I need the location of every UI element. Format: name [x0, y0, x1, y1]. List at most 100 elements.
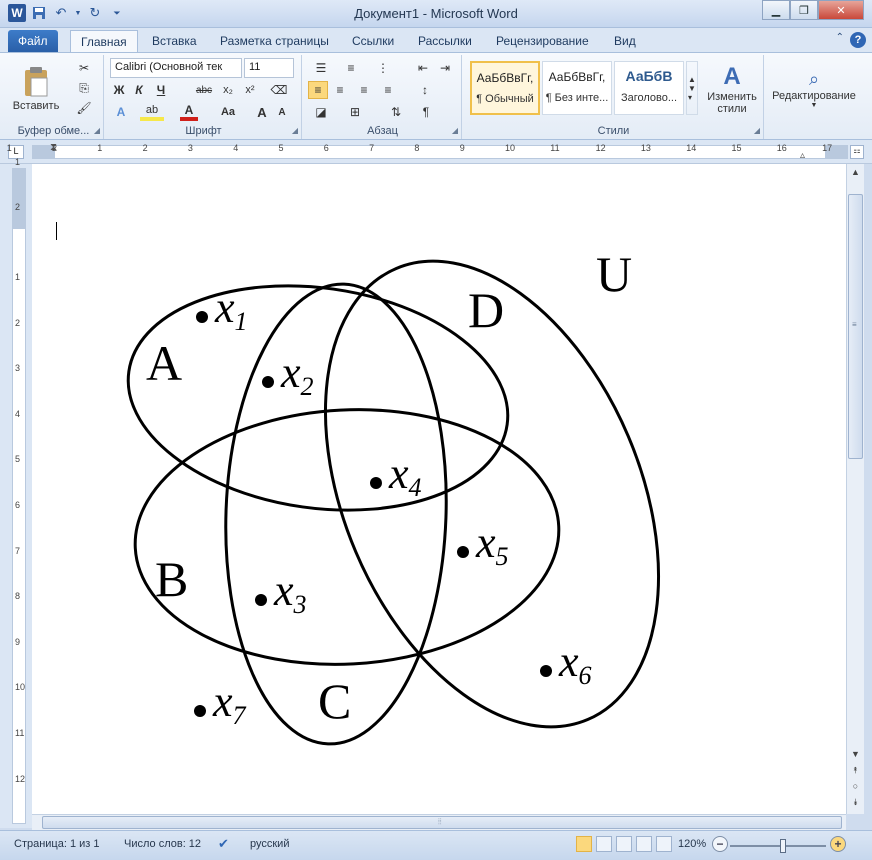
tab-file[interactable]: Файл — [8, 30, 58, 52]
superscript-button[interactable]: x² — [240, 81, 260, 99]
underline-button[interactable]: Ч — [152, 81, 170, 99]
select-browse-object-icon[interactable]: ○ — [847, 778, 864, 794]
set-b-ellipse — [133, 408, 561, 666]
print-layout-view-icon[interactable] — [576, 836, 592, 852]
vertical-ruler-number: 2 — [15, 202, 21, 213]
bold-button[interactable]: Ж — [110, 81, 128, 99]
clipboard-launcher-icon[interactable]: ◢ — [94, 126, 100, 135]
shading-icon[interactable]: ◪ — [308, 103, 334, 121]
tab-view[interactable]: Вид — [604, 30, 646, 52]
numbering-icon[interactable]: ≡ — [338, 59, 364, 77]
document-page[interactable]: A B C D U x1 x2 x3 x4 x5 x6 x7 — [32, 164, 846, 814]
clear-format-icon[interactable]: ⌫ — [270, 81, 288, 99]
word-count[interactable]: Число слов: 12 — [124, 838, 201, 850]
right-indent-marker-icon[interactable]: ▵ — [800, 150, 805, 161]
font-name-combo[interactable]: Calibri (Основной тек — [110, 58, 242, 78]
tab-page-layout[interactable]: Разметка страницы — [210, 30, 339, 52]
copy-icon[interactable]: ⎘ — [74, 79, 94, 97]
language[interactable]: русский — [250, 838, 289, 850]
strikethrough-button[interactable]: abc — [192, 81, 216, 99]
style-tile-no-spacing[interactable]: АаБбВвГг, ¶ Без инте... — [542, 61, 612, 115]
ruler-number: 17 — [822, 143, 833, 153]
paste-button[interactable]: Вставить — [13, 59, 59, 119]
zoom-out-icon[interactable]: − — [712, 836, 728, 852]
grow-font-button[interactable]: A — [254, 103, 270, 121]
borders-icon[interactable]: ⊞ — [342, 103, 368, 121]
highlight-icon[interactable]: ab — [140, 103, 164, 121]
shrink-font-button[interactable]: A — [274, 103, 290, 121]
font-color-icon[interactable]: A — [180, 103, 198, 121]
proofing-icon[interactable]: ✔ — [218, 836, 229, 852]
ruler-strip[interactable] — [32, 145, 848, 159]
point-x5: x5 — [457, 518, 509, 571]
vertical-scrollbar[interactable]: ▲ ≡ ▼ ⯭ ○ ⯯ — [846, 164, 864, 814]
help-icon[interactable]: ? — [850, 32, 866, 48]
font-size-combo[interactable]: 11 — [244, 58, 294, 78]
change-case-button[interactable]: Aa — [216, 103, 240, 121]
outline-view-icon[interactable] — [636, 836, 652, 852]
change-styles-button[interactable]: A Изменить стили — [704, 57, 760, 121]
tab-insert[interactable]: Вставка — [142, 30, 207, 52]
scroll-down-icon[interactable]: ▼ — [847, 746, 864, 762]
styles-scroll-icon[interactable]: ▲ ▼ ▾ — [686, 61, 698, 115]
restore-button[interactable]: ❐ — [790, 0, 818, 20]
cut-icon[interactable]: ✂ — [74, 59, 94, 77]
clipboard-group: Вставить ✂ ⎘ 🖌 Буфер обме... ◢ — [4, 55, 104, 139]
ruler-number: 1 — [97, 143, 103, 153]
show-marks-icon[interactable]: ¶ — [416, 103, 436, 121]
sort-icon[interactable]: ⇅ — [386, 103, 406, 121]
decrease-indent-icon[interactable]: ⇤ — [414, 59, 432, 77]
point-subscript: 7 — [233, 701, 247, 730]
horizontal-scrollbar[interactable]: ⦙⦙ — [32, 814, 846, 830]
vertical-ruler-strip[interactable] — [12, 168, 26, 824]
clipboard-icon — [25, 67, 48, 97]
point-base: x — [273, 566, 294, 615]
zoom-level[interactable]: 120% — [678, 838, 706, 850]
multilevel-list-icon[interactable]: ⋮ — [370, 59, 396, 77]
italic-button[interactable]: К — [130, 81, 148, 99]
ruler-number: 6 — [323, 143, 329, 153]
point-label: x1 — [214, 283, 248, 336]
previous-page-icon[interactable]: ⯭ — [847, 762, 864, 778]
justify-icon[interactable]: ≡ — [378, 81, 398, 99]
align-center-icon[interactable]: ≡ — [330, 81, 350, 99]
style-tile-heading[interactable]: АаБбВ Заголово... — [614, 61, 684, 115]
style-name: Заголово... — [620, 92, 678, 104]
scroll-up-icon[interactable]: ▲ — [847, 164, 864, 180]
tab-references[interactable]: Ссылки — [342, 30, 404, 52]
paragraph-launcher-icon[interactable]: ◢ — [452, 126, 458, 135]
align-left-icon[interactable]: ≡ — [308, 81, 328, 99]
tab-mailings[interactable]: Рассылки — [408, 30, 482, 52]
format-painter-icon[interactable]: 🖌 — [74, 99, 94, 117]
page-count[interactable]: Страница: 1 из 1 — [14, 838, 100, 850]
minimize-button[interactable]: ▁ — [762, 0, 790, 20]
ruler-toggle-icon[interactable]: ⚏ — [850, 145, 864, 159]
tab-review[interactable]: Рецензирование — [486, 30, 599, 52]
zoom-in-icon[interactable]: + — [830, 836, 846, 852]
binoculars-icon: ⌕ — [808, 69, 820, 89]
collapse-ribbon-icon[interactable]: ⌃ — [836, 32, 844, 48]
style-tile-normal[interactable]: АаБбВвГг, ¶ Обычный — [470, 61, 540, 115]
align-right-icon[interactable]: ≡ — [354, 81, 374, 99]
text-effects-icon[interactable]: A — [112, 103, 130, 121]
point-dot — [540, 665, 552, 677]
next-page-icon[interactable]: ⯯ — [847, 794, 864, 810]
line-spacing-icon[interactable]: ↕ — [412, 81, 438, 99]
draft-view-icon[interactable] — [656, 836, 672, 852]
vertical-ruler-number: 11 — [15, 728, 25, 738]
subscript-button[interactable]: x₂ — [218, 81, 238, 99]
tab-home[interactable]: Главная — [70, 30, 138, 52]
bullets-icon[interactable]: ☰ — [308, 59, 334, 77]
zoom-slider[interactable] — [730, 839, 826, 853]
horizontal-scroll-thumb[interactable]: ⦙⦙ — [42, 816, 842, 829]
increase-indent-icon[interactable]: ⇥ — [436, 59, 454, 77]
font-launcher-icon[interactable]: ◢ — [292, 126, 298, 135]
styles-launcher-icon[interactable]: ◢ — [754, 126, 760, 135]
zoom-slider-thumb[interactable] — [780, 839, 787, 853]
set-label-b: B — [155, 551, 188, 607]
web-layout-view-icon[interactable] — [616, 836, 632, 852]
close-button[interactable]: ✕ — [818, 0, 864, 20]
editing-button[interactable]: ⌕ Редактирование ▼ — [770, 57, 858, 121]
full-screen-view-icon[interactable] — [596, 836, 612, 852]
vertical-scroll-thumb[interactable]: ≡ — [848, 194, 863, 459]
